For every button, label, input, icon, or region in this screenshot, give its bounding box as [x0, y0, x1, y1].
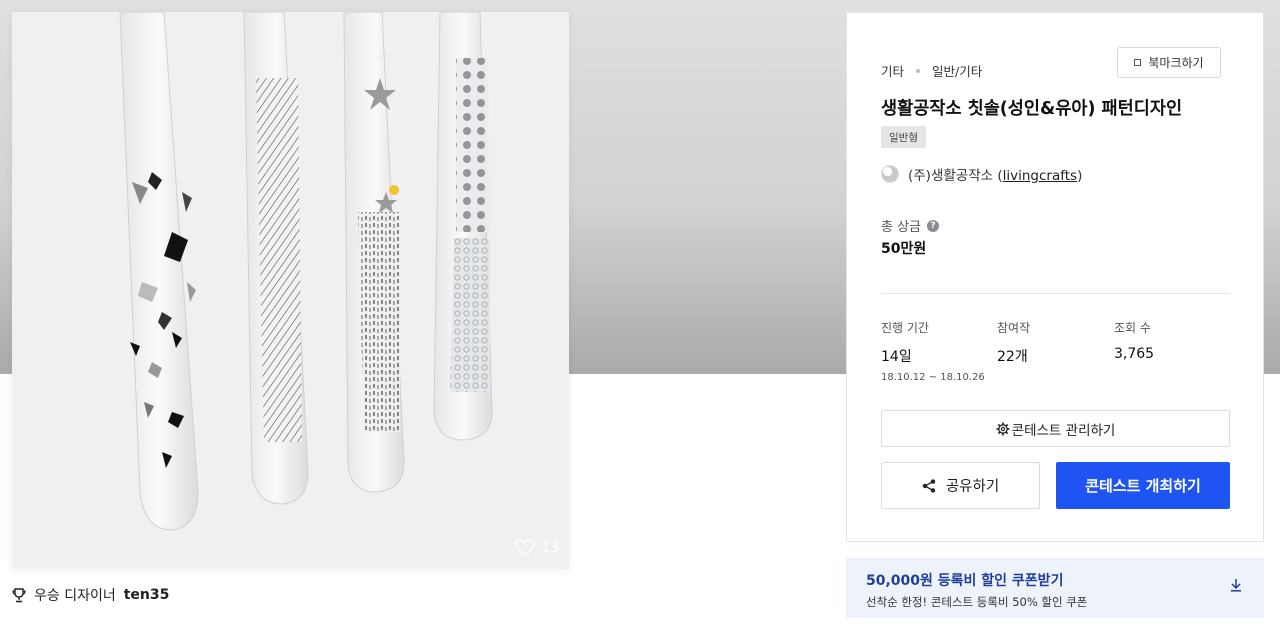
dot-pattern — [456, 58, 490, 232]
stat-entries: 참여작 22개 — [997, 319, 1030, 366]
stat-period-range: 18.10.12 ~ 18.10.26 — [881, 372, 985, 383]
stat-entries-label: 참여작 — [997, 321, 1031, 335]
yellow-accent — [389, 185, 399, 195]
share-button[interactable]: 공유하기 — [881, 462, 1040, 509]
total-prize-text: 총 상금 — [881, 220, 922, 235]
host-info: (주)생활공작소 (livingcrafts) — [881, 164, 1082, 184]
contest-title: 생활공작소 칫솔(성인&유아) 패턴디자인 — [881, 99, 1183, 119]
stat-views: 조회 수 3,765 — [1114, 319, 1154, 362]
bookmark-button[interactable]: 북마크하기 — [1117, 47, 1221, 78]
coupon-subtitle: 선착순 한정! 콘테스트 등록비 50% 할인 쿠폰 — [866, 595, 1088, 609]
winner-designer: 우승 디자이너 ten35 — [12, 585, 169, 605]
stat-period: 진행 기간 14일 18.10.12 ~ 18.10.26 — [881, 319, 985, 383]
gear-icon — [996, 422, 1010, 435]
host-handle-link[interactable]: livingcrafts — [1003, 168, 1077, 184]
coupon-title: 50,000원 등록비 할인 쿠폰받기 — [866, 573, 1064, 589]
share-icon — [922, 478, 936, 493]
stat-period-label: 진행 기간 — [881, 321, 929, 335]
stat-period-value: 14일 — [881, 349, 912, 365]
bookmark-icon — [1134, 59, 1142, 66]
like-count: 13 — [541, 540, 559, 556]
dash-pattern — [358, 212, 400, 432]
breadcrumb-separator — [916, 68, 921, 73]
coupon-banner[interactable]: 50,000원 등록비 할인 쿠폰받기 선착순 한정! 콘테스트 등록비 50%… — [846, 558, 1264, 618]
category-primary[interactable]: 기타 — [881, 61, 904, 80]
host-company: (주)생활공작소 ( — [908, 168, 1003, 184]
download-icon[interactable] — [1230, 578, 1242, 592]
share-label: 공유하기 — [945, 479, 1000, 495]
manage-contest-button[interactable]: 콘테스트 관리하기 — [881, 410, 1230, 447]
winner-label: 우승 디자이너 — [34, 588, 116, 604]
winner-name[interactable]: ten35 — [124, 587, 170, 603]
category-secondary[interactable]: 일반/기타 — [932, 61, 982, 80]
stat-views-value: 3,765 — [1114, 346, 1155, 362]
contest-type-badge: 일반형 — [881, 126, 926, 148]
help-icon[interactable]: ? — [927, 219, 940, 232]
toothbrush-illustration — [12, 12, 569, 569]
hatch-pattern — [256, 78, 302, 442]
divider — [881, 293, 1230, 294]
host-contest-button[interactable]: 콘테스트 개최하기 — [1056, 462, 1230, 509]
host-avatar[interactable] — [881, 165, 899, 183]
contest-cover-image[interactable]: 13 — [12, 12, 569, 569]
heart-icon — [515, 539, 535, 557]
manage-contest-label: 콘테스트 관리하기 — [1011, 422, 1116, 439]
category-breadcrumb: 기타 일반/기타 — [881, 61, 982, 80]
bookmark-label: 북마크하기 — [1148, 56, 1204, 70]
host-name: (주)생활공작소 (livingcrafts) — [908, 164, 1082, 184]
stat-views-label: 조회 수 — [1114, 321, 1151, 335]
stat-entries-value: 22개 — [997, 349, 1028, 365]
trophy-icon — [12, 587, 26, 602]
total-prize-value: 50만원 — [881, 241, 927, 257]
contest-info-panel: 기타 일반/기타 북마크하기 생활공작소 칫솔(성인&유아) 패턴디자인 일반형… — [846, 12, 1264, 542]
like-counter[interactable]: 13 — [515, 539, 559, 557]
host-suffix: ) — [1077, 168, 1083, 184]
total-prize-label: 총 상금 ? — [881, 216, 940, 235]
